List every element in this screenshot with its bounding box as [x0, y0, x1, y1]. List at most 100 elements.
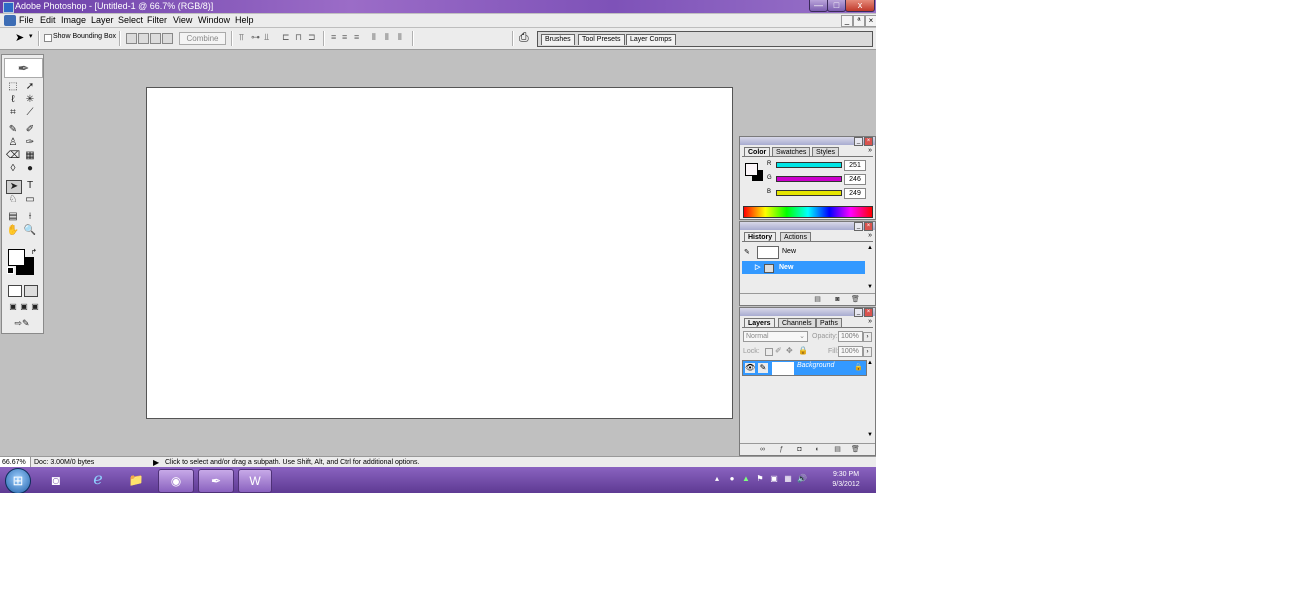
document-restore-button[interactable]: ª — [853, 15, 865, 27]
blend-mode-select[interactable]: Normal ⌄ — [743, 331, 808, 342]
opacity-dropdown-icon[interactable]: › — [863, 332, 872, 342]
lock-all-icon[interactable]: 🔒 — [798, 346, 808, 355]
align-bottom-icon[interactable]: ⫫ — [264, 32, 269, 43]
blue-slider-track[interactable] — [776, 190, 842, 196]
fill-field[interactable]: 100% — [838, 346, 863, 357]
show-bounding-box-checkbox[interactable] — [44, 34, 52, 42]
lock-position-icon[interactable]: ✥ — [786, 346, 793, 355]
path-selection-tool-preset-icon[interactable]: ➤ — [15, 31, 24, 44]
internet-explorer-icon[interactable]: ℯ — [84, 469, 112, 491]
layer-row-background[interactable]: 👁 ✎ Background 🔒 — [742, 360, 867, 376]
network-icon[interactable]: ▦ — [783, 474, 793, 484]
palette-minimize-icon[interactable]: _ — [854, 308, 863, 317]
delete-layer-icon[interactable]: 🗑 — [851, 446, 860, 454]
distribute-vcenter-icon[interactable]: ≡ — [342, 32, 347, 42]
combine-button[interactable]: Combine — [179, 32, 226, 45]
volume-icon[interactable]: 🔊 — [797, 474, 807, 484]
layer-name[interactable]: Background — [797, 362, 834, 369]
new-snapshot-icon[interactable]: ◙ — [833, 296, 842, 304]
palette-close-icon[interactable]: × — [864, 137, 873, 146]
history-brush-source-icon[interactable]: ✎ — [744, 246, 750, 259]
distribute-bottom-icon[interactable]: ≡ — [354, 32, 359, 42]
opacity-field[interactable]: 100% — [838, 331, 863, 342]
start-button[interactable]: ⊞ — [5, 468, 31, 493]
palette-menu-icon[interactable]: » — [868, 232, 872, 239]
quick-mask-mode-icon[interactable] — [24, 285, 38, 297]
align-hcenter-icon[interactable]: ⊓ — [295, 32, 302, 43]
brush-link-icon[interactable]: ✎ — [758, 363, 768, 373]
slice-tool-icon[interactable]: ⟋ — [23, 107, 37, 119]
green-slider-track[interactable] — [776, 176, 842, 182]
dodge-tool-icon[interactable]: ● — [23, 163, 37, 175]
standard-mode-icon[interactable] — [8, 285, 22, 297]
path-selection-tool-icon[interactable]: ➤ — [6, 180, 22, 194]
full-screen-mode-icon[interactable]: ▣ — [28, 301, 42, 313]
new-document-from-state-icon[interactable]: ▤ — [813, 296, 822, 304]
menu-filter[interactable]: Filter — [147, 15, 167, 25]
document-menu-icon[interactable] — [4, 15, 16, 26]
zoom-level-field[interactable]: 66.67% — [0, 457, 31, 467]
intersect-shape-icon[interactable] — [150, 33, 161, 44]
foreground-color-swatch[interactable] — [8, 249, 25, 266]
healing-brush-tool-icon[interactable]: ✎ — [6, 124, 20, 136]
notes-tool-icon[interactable]: ▤ — [6, 211, 20, 223]
swap-colors-icon[interactable]: ↱ — [31, 248, 37, 256]
maximize-button[interactable]: □ — [827, 0, 846, 12]
history-brush-tool-icon[interactable]: ✑ — [23, 137, 37, 149]
document-close-button[interactable]: × — [865, 15, 876, 27]
new-layer-icon[interactable]: ▤ — [833, 446, 842, 454]
magic-wand-tool-icon[interactable]: ✳ — [23, 94, 37, 106]
file-explorer-icon[interactable]: 📁 — [120, 469, 152, 491]
gradient-tool-icon[interactable]: ▦ — [23, 150, 37, 162]
zoom-tool-icon[interactable]: 🔍 — [23, 225, 37, 237]
action-center-icon[interactable]: ⚑ — [755, 474, 765, 484]
distribute-left-icon[interactable]: ⫴ — [372, 32, 376, 43]
eyedropper-tool-icon[interactable]: ⟊ — [23, 211, 37, 223]
tray-app-icon[interactable]: ● — [727, 474, 737, 484]
chevron-down-icon[interactable]: ▾ — [29, 32, 33, 40]
firefox-icon[interactable]: ◉ — [158, 469, 194, 493]
system-clock[interactable]: 9:30 PM 9/3/2012 — [826, 470, 866, 490]
well-tab-layer-comps[interactable]: Layer Comps — [626, 34, 676, 45]
crop-tool-icon[interactable]: ⌗ — [6, 107, 20, 119]
blur-tool-icon[interactable]: ◊ — [6, 163, 20, 175]
scroll-down-icon[interactable]: ▼ — [867, 432, 873, 438]
align-top-icon[interactable]: ⫪ — [239, 32, 244, 43]
history-snapshot-row[interactable]: ✎ New — [742, 245, 865, 259]
scroll-up-icon[interactable]: ▲ — [867, 360, 873, 366]
palette-menu-icon[interactable]: » — [868, 318, 872, 325]
menu-window[interactable]: Window — [198, 15, 230, 25]
minimize-button[interactable]: — — [809, 0, 828, 12]
blue-value-field[interactable]: 249 — [844, 188, 866, 199]
rectangle-tool-icon[interactable]: ▭ — [23, 194, 37, 206]
menu-help[interactable]: Help — [235, 15, 254, 25]
distribute-right-icon[interactable]: ⫴ — [398, 32, 402, 43]
move-tool-icon[interactable]: ➚ — [23, 81, 37, 93]
exclude-shape-icon[interactable] — [162, 33, 173, 44]
lock-image-icon[interactable]: ✐ — [775, 346, 782, 355]
adobe-online-feather-icon[interactable]: ✒ — [4, 58, 43, 78]
scroll-up-icon[interactable]: ▲ — [867, 245, 873, 251]
color-spectrum-bar[interactable] — [743, 206, 873, 218]
default-colors-icon[interactable] — [7, 267, 14, 274]
distribute-hcenter-icon[interactable]: ⫴ — [385, 32, 389, 43]
red-slider-track[interactable] — [776, 162, 842, 168]
add-to-shape-icon[interactable] — [126, 33, 137, 44]
red-value-field[interactable]: 251 — [844, 160, 866, 171]
menu-image[interactable]: Image — [61, 15, 86, 25]
clone-stamp-tool-icon[interactable]: ♙ — [6, 137, 20, 149]
show-hidden-icons-icon[interactable]: ▴ — [712, 474, 722, 484]
type-tool-icon[interactable]: T — [23, 180, 37, 192]
fill-dropdown-icon[interactable]: › — [863, 347, 872, 357]
marquee-tool-icon[interactable]: ⬚ — [6, 81, 20, 93]
well-tab-brushes[interactable]: Brushes — [541, 34, 575, 45]
document-minimize-button[interactable]: _ — [841, 15, 853, 27]
photoshop-app-icon[interactable] — [3, 2, 14, 13]
photoshop-task-icon[interactable]: ✒ — [198, 469, 234, 493]
distribute-top-icon[interactable]: ≡ — [331, 32, 336, 42]
pen-tool-icon[interactable]: ♘ — [6, 194, 20, 206]
document-canvas[interactable] — [146, 87, 733, 419]
link-layers-icon[interactable]: ∞ — [758, 446, 767, 454]
lasso-tool-icon[interactable]: ℓ — [6, 94, 20, 106]
palette-close-icon[interactable]: × — [864, 222, 873, 231]
